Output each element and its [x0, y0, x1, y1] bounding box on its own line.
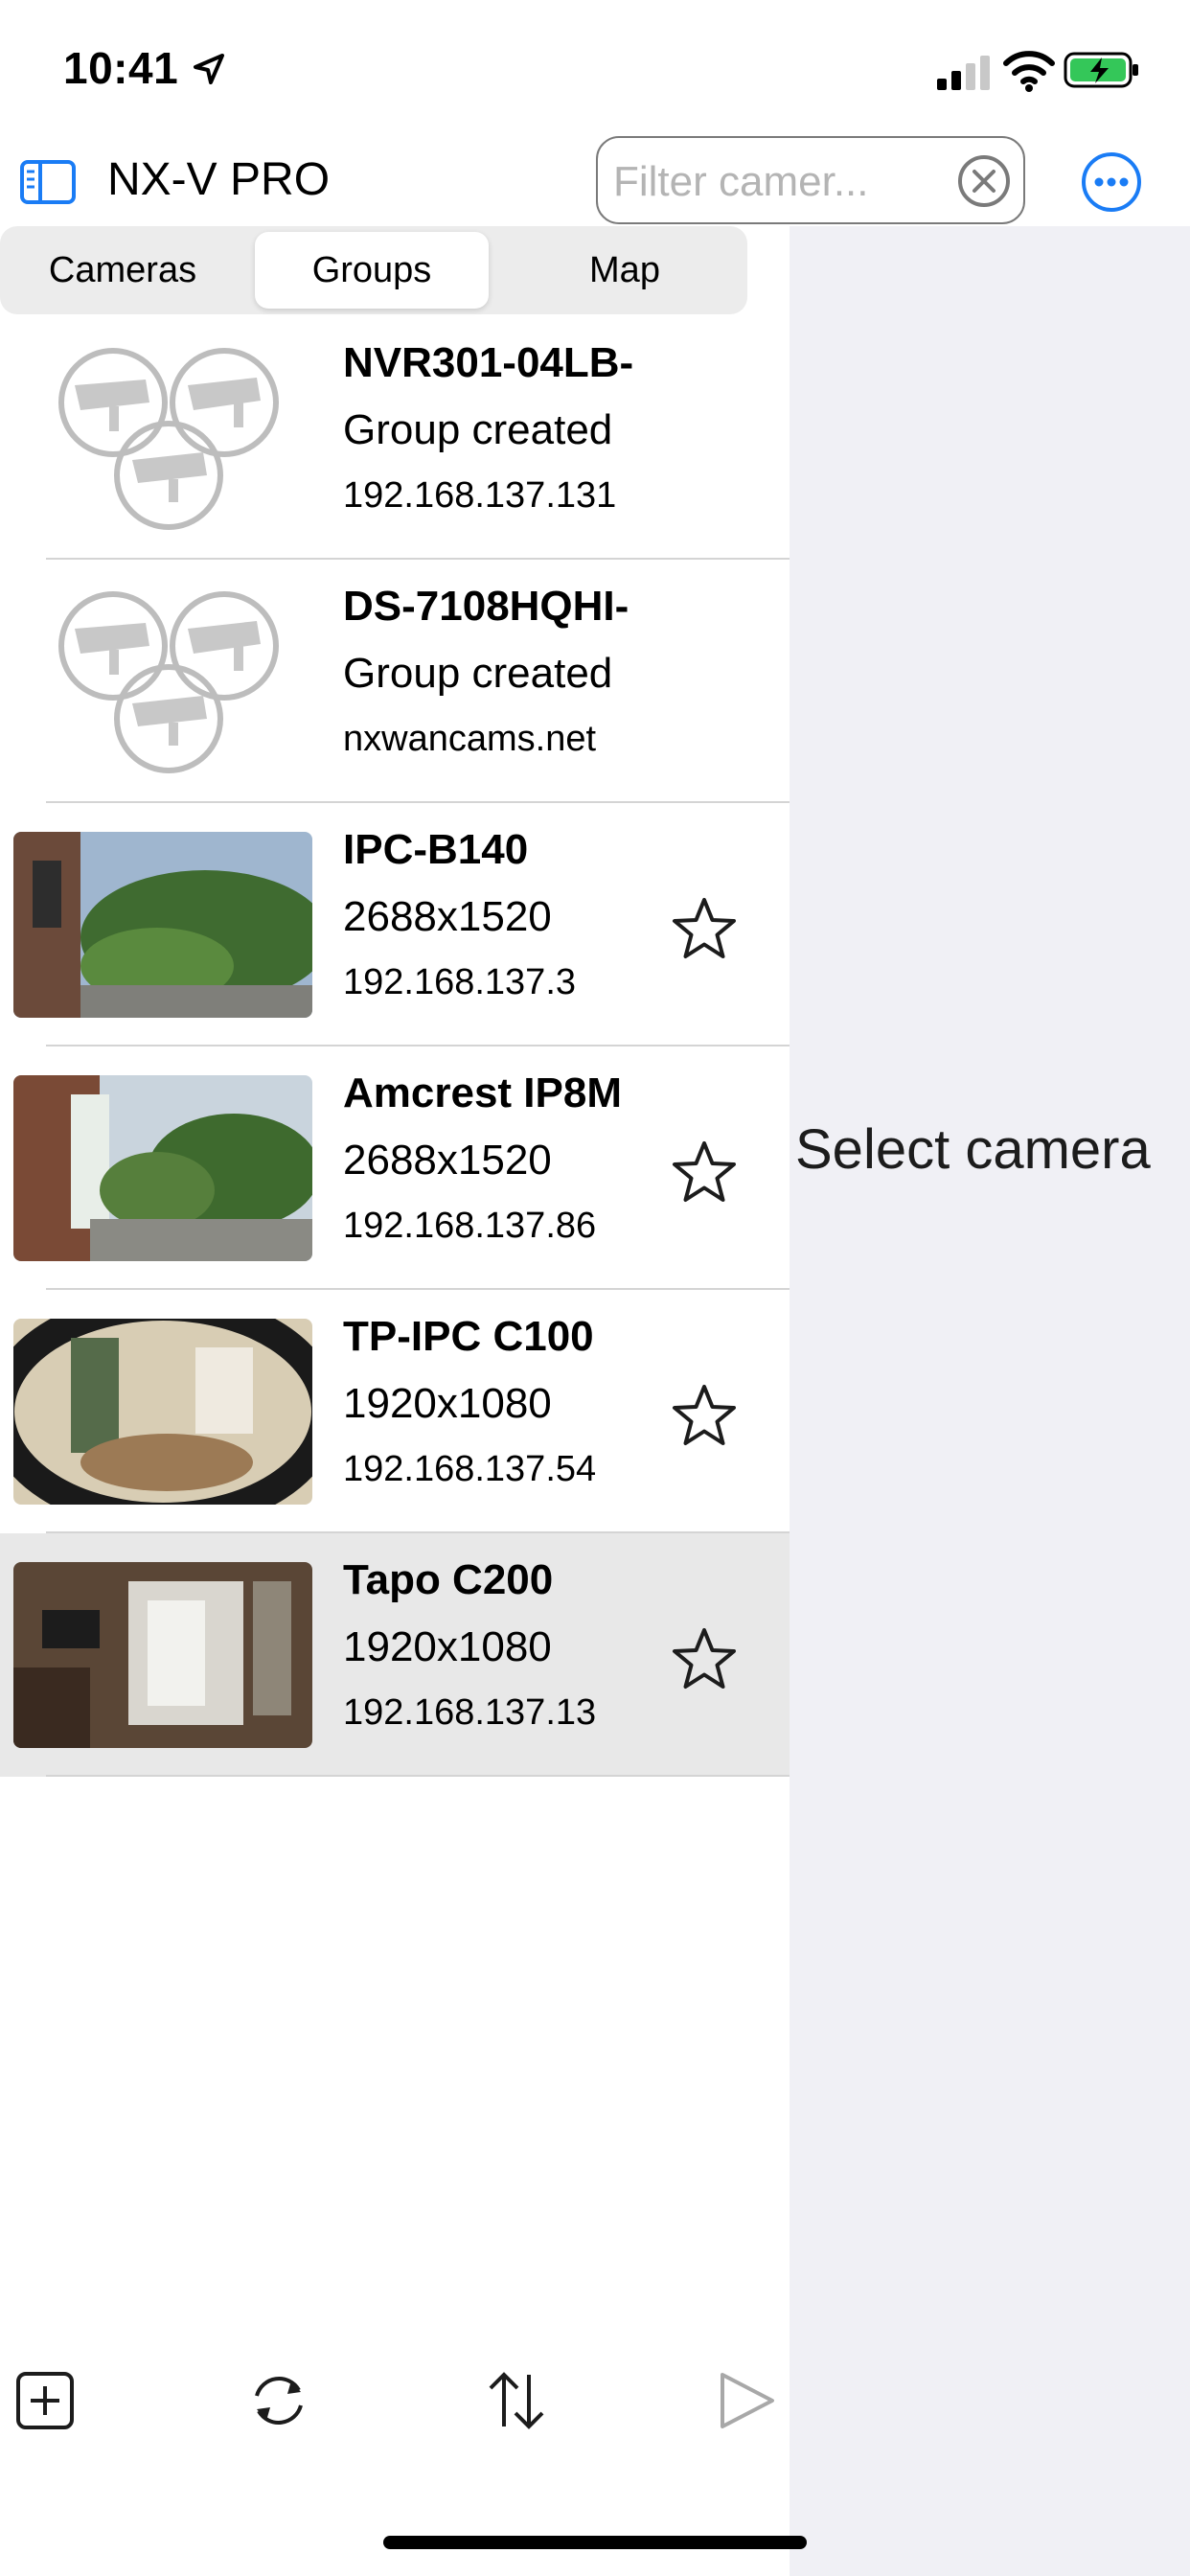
camera-thumbnail [13, 1319, 312, 1505]
camera-resolution: 1920x1080 [343, 1623, 552, 1670]
group-status: Group created [343, 650, 613, 697]
sidebar-toggle-icon[interactable] [19, 159, 77, 205]
camera-address: 192.168.137.3 [343, 962, 577, 1002]
filter-field[interactable] [596, 136, 1025, 224]
refresh-icon[interactable] [245, 2367, 312, 2434]
group-address: nxwancams.net [343, 719, 597, 759]
camera-address: 192.168.137.86 [343, 1206, 597, 1246]
camera-thumbnail [13, 1075, 312, 1261]
detail-placeholder: Select camera [795, 1118, 1151, 1181]
camera-resolution: 1920x1080 [343, 1380, 552, 1427]
list-item[interactable]: DS-7108HQHI- Group created nxwancams.net [0, 560, 790, 803]
list-item[interactable]: TP-IPC C100 1920x1080 192.168.137.54 [0, 1290, 790, 1533]
camera-name: TP-IPC C100 [343, 1313, 594, 1360]
add-icon[interactable] [11, 2367, 79, 2434]
status-time: 10:41 [63, 43, 179, 93]
camera-thumbnail [13, 1562, 312, 1748]
sort-icon[interactable] [483, 2367, 550, 2434]
camera-name: Tapo C200 [343, 1556, 554, 1603]
favorite-star-icon[interactable] [671, 1138, 738, 1206]
list-item[interactable]: NVR301-04LB- Group created 192.168.137.1… [0, 316, 790, 560]
group-name: NVR301-04LB- [343, 339, 634, 386]
group-address: 192.168.137.131 [343, 475, 617, 516]
favorite-star-icon[interactable] [671, 895, 738, 962]
group-name: DS-7108HQHI- [343, 583, 629, 630]
camera-address: 192.168.137.13 [343, 1692, 597, 1733]
home-indicator [383, 2536, 807, 2549]
camera-thumbnail [13, 832, 312, 1018]
tab-map[interactable]: Map [508, 232, 742, 309]
camera-resolution: 2688x1520 [343, 893, 552, 940]
camera-group-icon [58, 348, 279, 530]
camera-name: IPC-B140 [343, 826, 529, 873]
app-title: NX-V PRO [107, 154, 331, 205]
row-separator [46, 1775, 790, 1777]
list-item[interactable]: IPC-B140 2688x1520 192.168.137.3 [0, 803, 790, 1046]
play-icon[interactable] [713, 2367, 780, 2434]
detail-pane [790, 226, 1190, 2576]
list-item-selected[interactable]: Tapo C200 1920x1080 192.168.137.13 [0, 1533, 790, 1777]
cellular-signal-icon [937, 56, 990, 90]
group-status: Group created [343, 406, 613, 453]
clear-filter-icon[interactable] [956, 153, 1012, 209]
camera-address: 192.168.137.54 [343, 1449, 597, 1489]
battery-charging-icon [1064, 52, 1138, 88]
location-arrow-icon [194, 54, 224, 84]
tab-cameras[interactable]: Cameras [6, 232, 240, 309]
list-item[interactable]: Amcrest IP8M 2688x1520 192.168.137.86 [0, 1046, 790, 1290]
favorite-star-icon[interactable] [671, 1625, 738, 1692]
camera-group-icon [58, 591, 279, 773]
more-options-icon[interactable] [1081, 151, 1142, 213]
favorite-star-icon[interactable] [671, 1382, 738, 1449]
wifi-icon [1003, 51, 1055, 92]
filter-input[interactable] [611, 151, 941, 213]
camera-name: Amcrest IP8M [343, 1070, 623, 1116]
view-segmented-control: Cameras Groups Map [0, 226, 747, 314]
tab-groups[interactable]: Groups [255, 232, 489, 309]
camera-resolution: 2688x1520 [343, 1137, 552, 1184]
